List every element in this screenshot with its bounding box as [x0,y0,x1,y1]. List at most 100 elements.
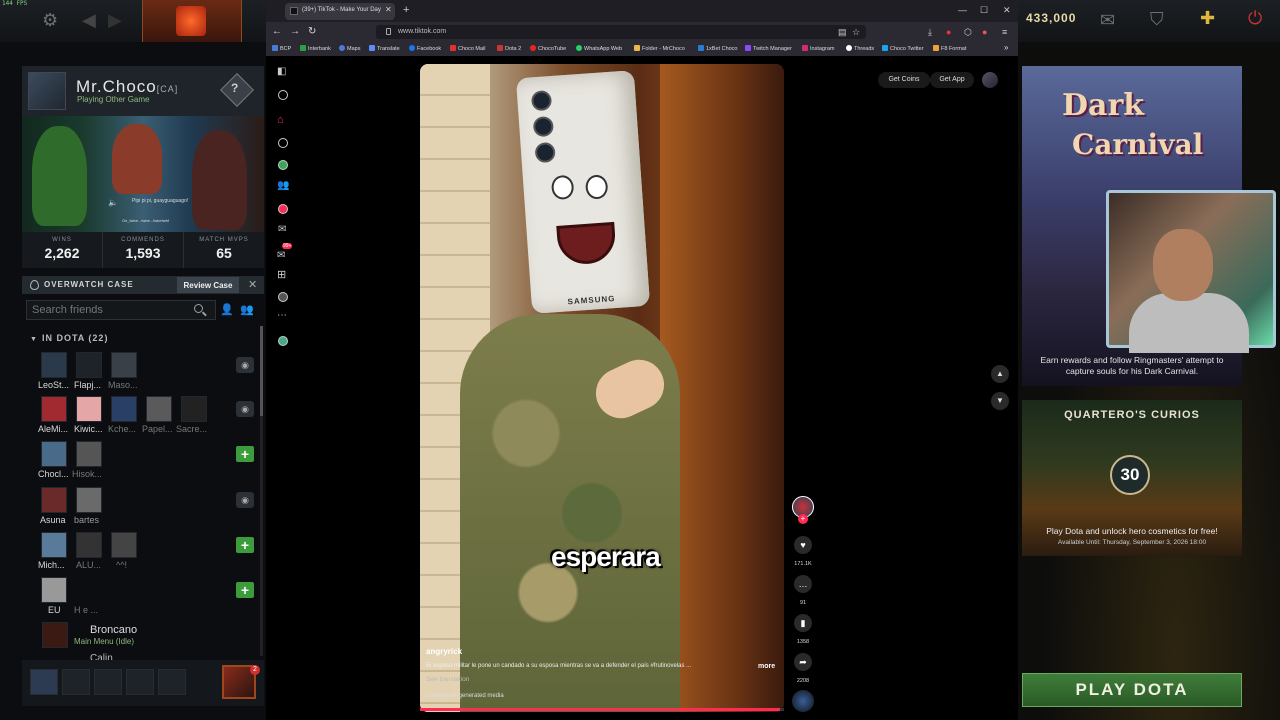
friend-name[interactable]: Papel... [142,424,173,434]
share-icon[interactable]: ➦ [794,653,812,671]
chevron-right-icon[interactable]: » [1004,43,1008,52]
friend-name[interactable]: EU [48,605,61,615]
friend-name[interactable]: Hisok... [72,469,102,479]
friend-avatar[interactable] [41,352,67,378]
bookmark-item[interactable]: BCP [272,45,291,52]
url-text[interactable]: www.tiktok.com [398,28,446,35]
speaker-icon[interactable]: 🔈 [108,198,118,207]
eye-icon[interactable]: ◉ [236,401,254,417]
friend-name[interactable]: Flapj... [74,380,101,390]
video-player[interactable]: SAMSUNG [420,64,784,712]
friend-name[interactable]: Maso... [108,380,138,390]
friend-name[interactable]: ^^! [116,560,127,570]
download-icon[interactable]: ⤓ [928,27,932,38]
minimize-icon[interactable]: — [958,5,967,15]
heart-icon[interactable]: ♥ [794,536,812,554]
more-icon[interactable]: ⋯ [277,310,287,321]
armory-icon[interactable]: ⛉ [1150,9,1164,30]
lock-icon[interactable] [386,28,391,35]
friend-name[interactable]: Chocl... [38,469,69,479]
video-author[interactable]: angryrick [426,647,462,656]
friend-avatar[interactable] [76,441,102,467]
friend-avatar[interactable] [146,396,172,422]
friends-icon[interactable]: 👥 [277,180,289,191]
friend-avatar[interactable] [111,352,137,378]
friend-avatar[interactable] [76,532,102,558]
gear-icon[interactable]: ⚙ [42,10,58,31]
friend-name[interactable]: Sacre... [176,424,207,434]
plus-icon[interactable]: ✚ [1200,8,1215,29]
in-dota-section-header[interactable]: ▼ IN DOTA (22) [30,333,108,343]
invite-plus-button[interactable]: + [236,537,254,553]
forward-arrow-icon[interactable]: ▶ [108,10,122,31]
reload-icon[interactable]: ↻ [308,26,316,37]
maximize-icon[interactable]: ☐ [980,5,988,16]
bookmark-item[interactable]: ChocoTube [530,45,566,52]
party-slot[interactable] [94,669,122,695]
see-translation-link[interactable]: See translation [426,676,469,683]
get-app-button[interactable]: Get App [930,72,974,88]
bookmark-icon[interactable]: ▮ [794,614,812,632]
eye-icon[interactable]: ◉ [236,492,254,508]
invite-plus-button[interactable]: + [236,582,254,598]
friend-avatar[interactable] [41,577,67,603]
extension-icon[interactable]: ● [946,27,951,37]
friend-avatar[interactable] [41,487,67,513]
friend-avatar[interactable] [181,396,207,422]
chevron-down-icon[interactable]: ▼ [991,392,1009,410]
avatar[interactable] [982,72,998,88]
upload-icon[interactable]: ⊞ [277,268,286,281]
more-link[interactable]: more [758,663,775,670]
friends-scrollbar-thumb[interactable] [260,326,263,416]
bookmark-item[interactable]: Translate [369,45,400,52]
mail-icon[interactable]: ✉ [1100,10,1115,31]
profile-name[interactable]: Mr.Choco[CA] [76,77,178,97]
collapse-sidebar-icon[interactable]: ◧ [277,66,286,77]
get-coins-button[interactable]: Get Coins [878,72,930,88]
follow-plus-icon[interactable]: + [798,514,808,524]
friend-name[interactable]: Kiwic... [74,424,103,434]
search-friends-input[interactable] [26,300,216,320]
messages-icon[interactable]: ✉ [277,250,285,261]
avatar[interactable] [28,72,66,110]
close-tab-icon[interactable]: ✕ [385,5,392,14]
bookmark-item[interactable]: Instagram [802,45,834,52]
music-disc-icon[interactable] [792,690,814,712]
inbox-icon[interactable]: ✉ [278,224,286,235]
party-slot[interactable] [126,669,154,695]
bookmark-star-icon[interactable]: ☆ [852,27,860,38]
comment-icon[interactable]: … [794,575,812,593]
following-icon[interactable] [278,160,288,170]
dota-logo-icon[interactable] [176,6,206,36]
party-avatar[interactable] [30,669,58,695]
explore-icon[interactable] [278,138,288,148]
friend-avatar[interactable] [111,396,137,422]
review-case-button[interactable]: Review Case [177,277,239,293]
home-icon[interactable]: ⌂ [277,114,284,126]
back-icon[interactable]: ← [272,26,282,37]
friend-avatar[interactable] [41,396,67,422]
friend-avatar[interactable] [76,487,102,513]
party-slot[interactable] [62,669,90,695]
add-friend-icon[interactable]: 👤 [220,303,234,316]
new-tab-icon[interactable]: + [403,4,409,16]
friend-avatar[interactable] [41,441,67,467]
chevron-up-icon[interactable]: ▲ [991,365,1009,383]
search-icon[interactable] [194,304,203,313]
forward-icon[interactable]: → [290,26,300,37]
bookmark-item[interactable]: Maps [339,45,360,52]
extension-icon[interactable]: ⬡ [964,27,972,38]
friend-name[interactable]: Kche... [108,424,136,434]
search-icon[interactable] [278,90,288,100]
bookmark-item[interactable]: Threads [846,45,874,52]
friend-name[interactable]: Mich... [38,560,65,570]
back-arrow-icon[interactable]: ◀ [82,10,96,31]
url-field[interactable] [376,25,866,39]
bookmark-item[interactable]: Interbank [300,45,331,52]
group-icon[interactable]: 👥 [240,303,254,316]
menu-icon[interactable]: ≡ [1002,27,1007,37]
profile-icon[interactable]: ● [982,27,987,37]
bookmark-item[interactable]: WhatsApp Web [576,45,622,52]
bookmark-item[interactable]: Choco Twitter [882,45,924,52]
friend-avatar[interactable] [76,396,102,422]
